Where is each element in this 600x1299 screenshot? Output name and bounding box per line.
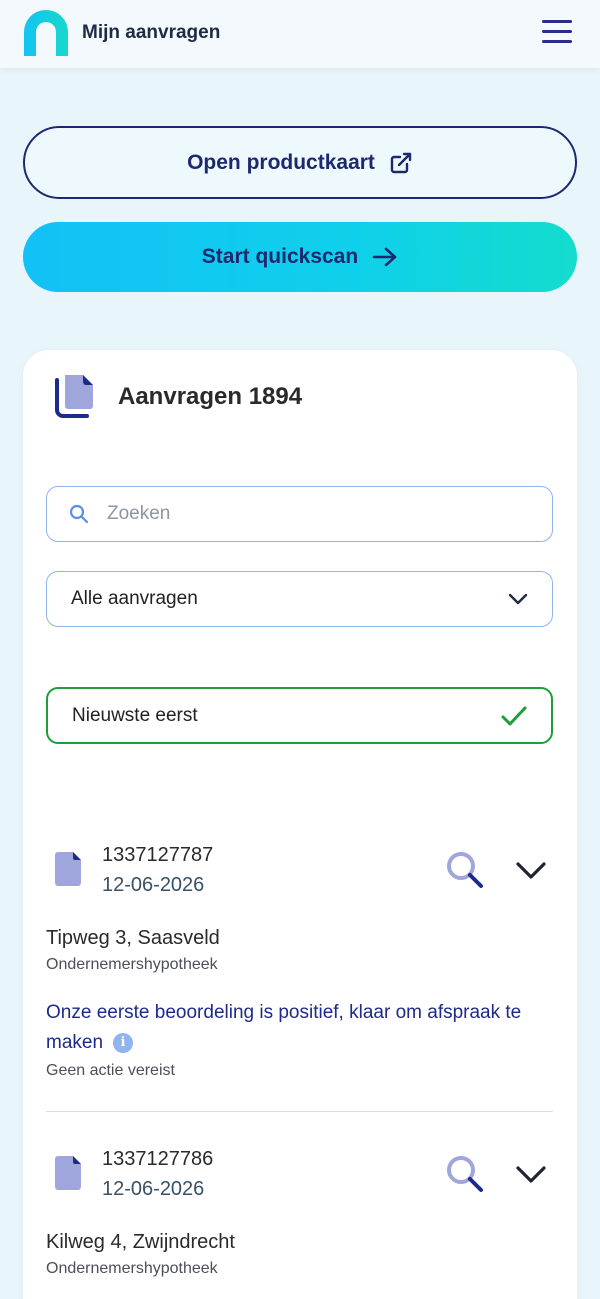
aanvraag-number: 1337127787 (102, 844, 214, 866)
aanvraag-address: Tipweg 3, Saasveld (46, 927, 220, 949)
chevron-down-icon[interactable] (515, 860, 547, 882)
aanvraag-date: 12-06-2026 (102, 874, 205, 896)
hamburger-menu-icon[interactable] (542, 20, 572, 46)
open-productkaart-button[interactable]: Open productkaart (23, 126, 577, 199)
aanvraag-address: Kilweg 4, Zwijndrecht (46, 1231, 235, 1253)
aanvraag-type: Ondernemershypotheek (46, 956, 218, 973)
chevron-down-icon (508, 593, 528, 605)
aanvraag-type: Ondernemershypotheek (46, 1260, 218, 1277)
app-title: Mijn aanvragen (82, 22, 221, 43)
filter-selected-value: Alle aanvragen (71, 588, 198, 609)
copy-documents-icon (55, 375, 93, 418)
magnifier-icon[interactable] (445, 850, 485, 890)
sort-select[interactable]: Nieuwste eerst (46, 687, 553, 744)
arrow-right-icon (372, 247, 397, 267)
brand-logo[interactable] (22, 10, 70, 58)
magnifier-icon[interactable] (445, 1154, 485, 1194)
start-quickscan-button[interactable]: Start quickscan (23, 222, 577, 292)
search-icon (69, 504, 89, 524)
card-title: Aanvragen 1894 (118, 383, 303, 410)
filter-select[interactable]: Alle aanvragen (46, 571, 553, 627)
search-field[interactable] (46, 486, 553, 542)
document-icon (55, 852, 81, 886)
aanvraag-status[interactable]: Onze eerste beoordeling is positief, kla… (46, 998, 546, 1058)
aanvraag-number: 1337127786 (102, 1148, 214, 1170)
external-link-icon (390, 152, 412, 173)
search-input[interactable] (107, 503, 507, 525)
info-icon[interactable]: i (113, 1033, 134, 1053)
start-quickscan-label: Start quickscan (201, 245, 359, 268)
app-header: Mijn aanvragen (0, 0, 600, 68)
document-icon (55, 1156, 81, 1190)
chevron-down-icon[interactable] (515, 1164, 547, 1186)
sort-selected-value: Nieuwste eerst (72, 704, 198, 726)
checkmark-icon (501, 706, 527, 725)
open-productkaart-label: Open productkaart (187, 150, 375, 174)
aanvraag-date: 12-06-2026 (102, 1178, 205, 1200)
aanvragen-card: Aanvragen 1894 Alle aanvragen Nieuwste e… (23, 350, 577, 1299)
aanvraag-action: Geen actie vereist (46, 1062, 175, 1079)
divider (46, 1111, 553, 1112)
